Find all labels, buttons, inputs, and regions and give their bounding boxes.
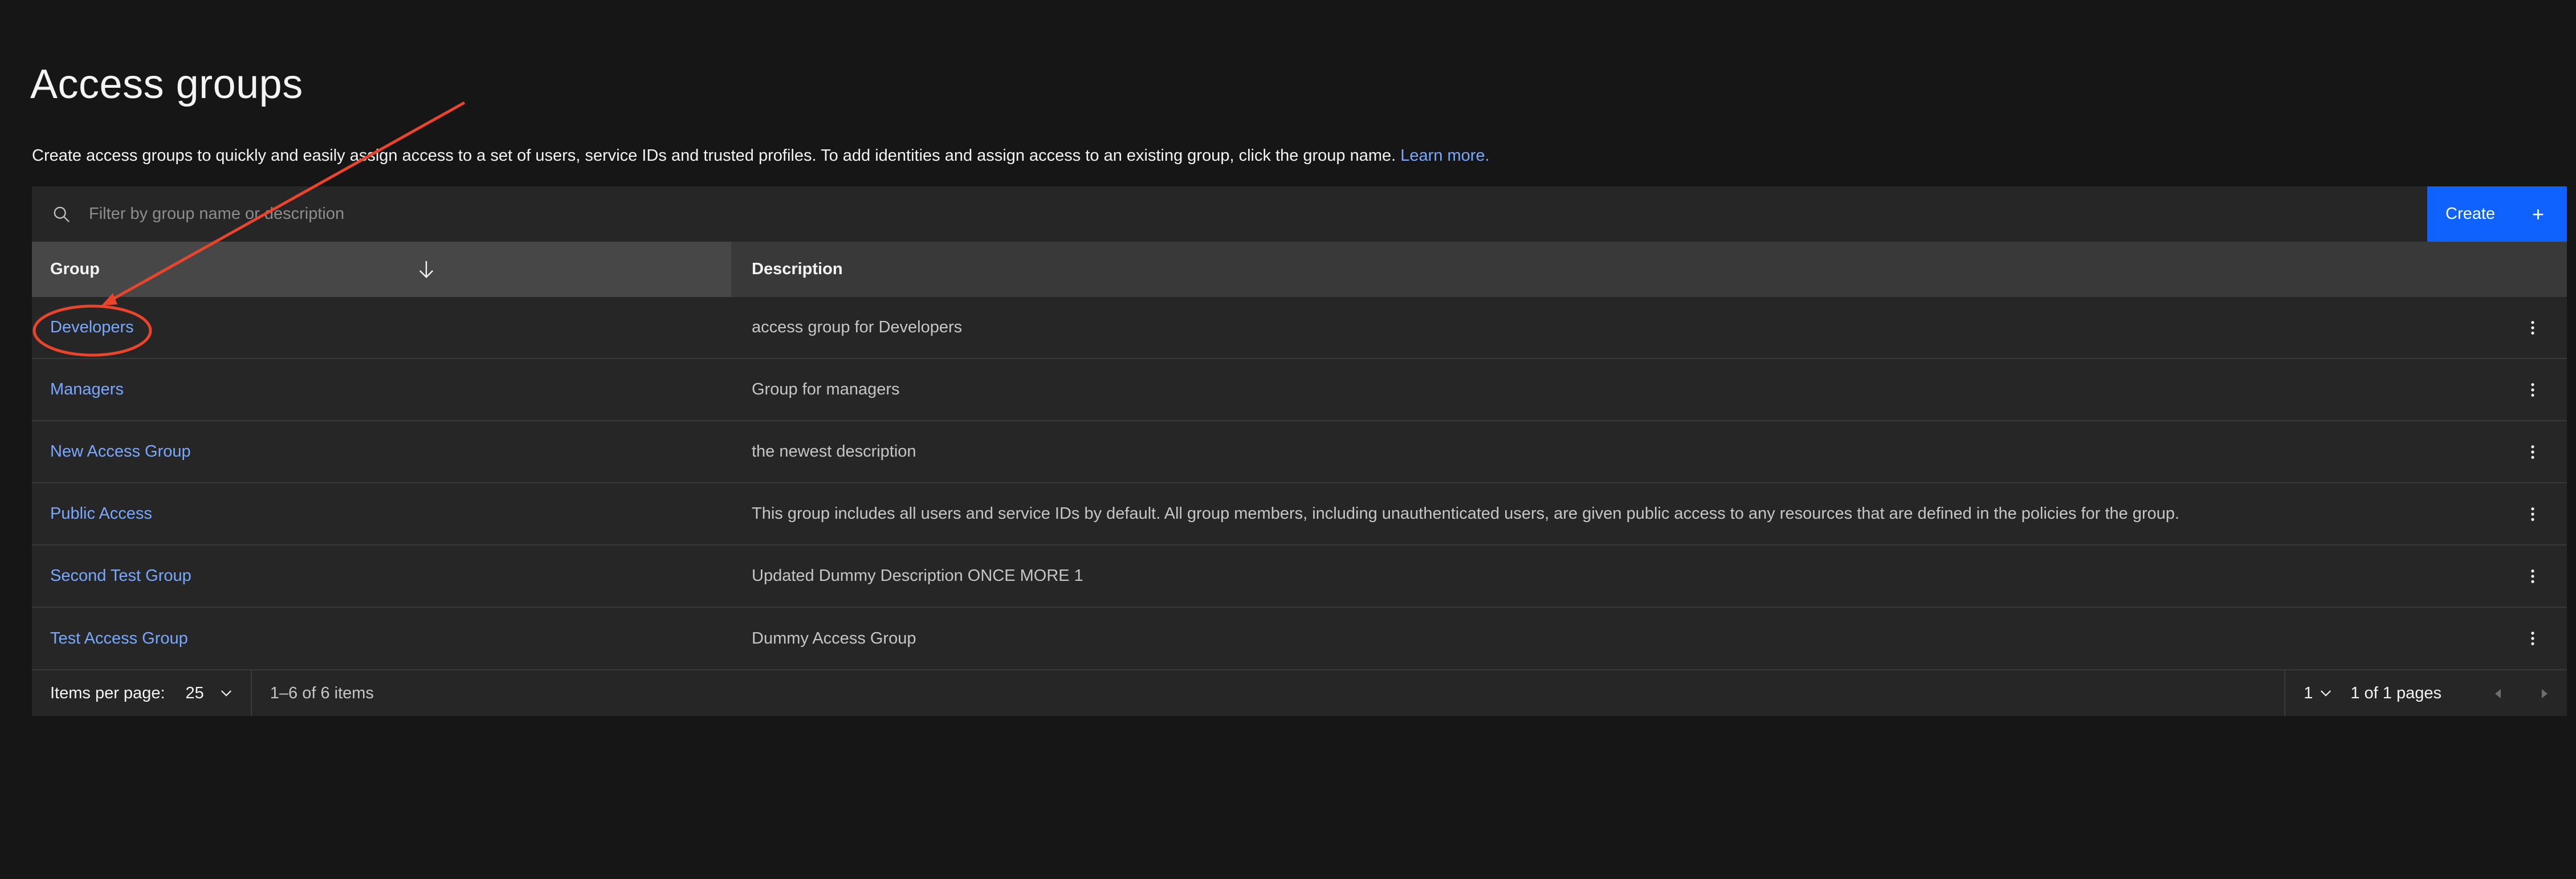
learn-more-link[interactable]: Learn more. <box>1400 146 1489 165</box>
column-header-group[interactable]: Group <box>32 242 731 297</box>
arrow-down-icon[interactable] <box>418 260 435 279</box>
pagination: Items per page: 25 1–6 of 6 items 1 1 of… <box>32 670 2567 716</box>
table-body: Developers access group for Developers M… <box>32 297 2567 670</box>
chevron-down-icon <box>2320 689 2332 697</box>
previous-page-button[interactable] <box>2476 670 2521 716</box>
overflow-menu-vertical-icon[interactable] <box>2516 507 2550 522</box>
description-text: Create access groups to quickly and easi… <box>32 146 1396 165</box>
group-description: Group for managers <box>752 380 900 398</box>
caret-left-icon <box>2495 684 2502 703</box>
items-range: 1–6 of 6 items <box>270 683 374 702</box>
group-link-new-access-group[interactable]: New Access Group <box>50 442 191 461</box>
group-link-test-access-group[interactable]: Test Access Group <box>50 629 188 648</box>
caret-right-icon <box>2541 684 2548 703</box>
pages-text: 1 of 1 pages <box>2350 683 2442 702</box>
column-header-description: Description <box>752 260 843 278</box>
access-groups-table: Create + Group Description Developers ac… <box>32 186 2567 716</box>
items-per-page-label: Items per page: <box>50 683 165 702</box>
group-description: access group for Developers <box>752 318 963 336</box>
items-per-page-select[interactable]: 25 <box>186 684 233 703</box>
pagination-divider <box>250 670 252 716</box>
create-button-label: Create <box>2445 205 2496 223</box>
search-icon <box>51 204 72 225</box>
column-header-group-label: Group <box>50 260 100 278</box>
overflow-menu-vertical-icon[interactable] <box>2516 569 2550 584</box>
table-toolbar: Create + <box>32 186 2567 242</box>
group-description: Updated Dummy Description ONCE MORE 1 <box>752 567 1083 585</box>
page-number-select[interactable]: 1 <box>2285 684 2332 703</box>
next-page-button[interactable] <box>2521 670 2567 716</box>
group-link-public-access[interactable]: Public Access <box>50 504 152 523</box>
items-per-page-value: 25 <box>185 683 204 702</box>
table-row: Second Test Group Updated Dummy Descript… <box>32 546 2567 608</box>
overflow-menu-vertical-icon[interactable] <box>2516 382 2550 397</box>
search-input[interactable] <box>89 186 2427 242</box>
page-title: Access groups <box>30 62 303 107</box>
overflow-menu-vertical-icon[interactable] <box>2516 631 2550 646</box>
create-button[interactable]: Create + <box>2427 186 2567 242</box>
group-link-developers[interactable]: Developers <box>50 318 134 336</box>
plus-icon: + <box>2532 202 2544 226</box>
table-header: Group Description <box>32 242 2567 297</box>
group-link-managers[interactable]: Managers <box>50 380 124 398</box>
page-number-value: 1 <box>2304 683 2313 702</box>
group-link-second-test-group[interactable]: Second Test Group <box>50 567 191 585</box>
group-description: the newest description <box>752 442 916 461</box>
group-description: This group includes all users and servic… <box>752 504 2180 523</box>
table-row: New Access Group the newest description <box>32 421 2567 483</box>
chevron-down-icon <box>220 689 233 697</box>
overflow-menu-vertical-icon[interactable] <box>2516 445 2550 459</box>
table-row: Test Access Group Dummy Access Group <box>32 608 2567 670</box>
table-row: Public Access This group includes all us… <box>32 483 2567 546</box>
table-row: Developers access group for Developers <box>32 297 2567 359</box>
overflow-menu-vertical-icon[interactable] <box>2516 320 2550 335</box>
group-description: Dummy Access Group <box>752 629 916 648</box>
table-row: Managers Group for managers <box>32 359 2567 421</box>
page-description: Create access groups to quickly and easi… <box>32 146 1490 166</box>
